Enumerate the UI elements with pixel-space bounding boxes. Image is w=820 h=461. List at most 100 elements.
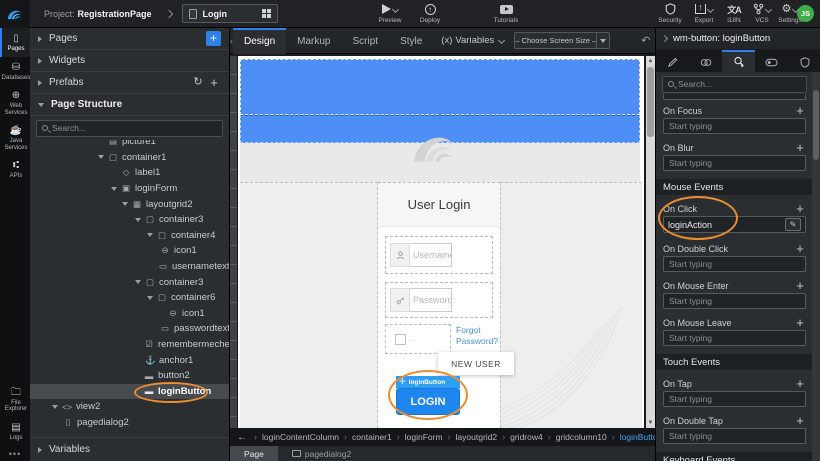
tab-styles[interactable] (689, 50, 722, 72)
edit-action-icon[interactable]: ✎ (785, 218, 801, 231)
tree-item-view2[interactable]: <>view2 (30, 399, 229, 415)
rail-item-java-services[interactable]: ☕ Java Services (0, 120, 30, 155)
on-click-input[interactable]: loginAction ✎ (663, 216, 806, 233)
structure-search-input[interactable] (52, 123, 217, 133)
section-variables[interactable]: Variables (30, 437, 229, 461)
grid-view-icon[interactable] (262, 9, 271, 18)
security-button[interactable]: Security (652, 3, 688, 24)
scrollbar-thumb[interactable] (813, 90, 819, 160)
tree-item-icon1b[interactable]: ⊖icon1 (30, 306, 229, 322)
password-row[interactable] (385, 282, 493, 318)
username-input[interactable] (410, 243, 452, 267)
add-on-mouse-enter-icon[interactable] (794, 281, 806, 291)
page-preview[interactable]: User Login ... (238, 56, 644, 428)
rail-item-databases[interactable]: ⛁ Databases (0, 57, 30, 86)
login-button[interactable]: LOGIN (396, 388, 460, 415)
tree-item-icon1[interactable]: ⊖icon1 (30, 243, 229, 259)
crumb-layoutgrid2[interactable]: layoutgrid2 (443, 432, 498, 442)
tree-item-loginform[interactable]: ▣loginForm (30, 181, 229, 197)
remember-me-checkbox[interactable] (395, 334, 406, 345)
scroll-up-icon[interactable]: ▲ (646, 56, 655, 66)
tree-item-anchor1[interactable]: ⚓anchor1 (30, 352, 229, 368)
variables-button[interactable]: (x) Variables (441, 35, 504, 46)
on-focus-input[interactable] (663, 118, 806, 134)
tab-toggle[interactable] (755, 50, 788, 72)
tab-security[interactable] (788, 50, 820, 72)
tab-events[interactable] (722, 50, 755, 72)
undo-icon[interactable]: ↶ (641, 34, 650, 47)
back-arrow-icon[interactable]: ← (237, 432, 247, 443)
rail-item-apis[interactable]: ⑆ APIs (0, 155, 30, 184)
crumb-loginform[interactable]: loginForm (392, 432, 443, 442)
screen-size-select[interactable]: – Choose Screen Size – (514, 32, 610, 49)
events-search[interactable] (662, 76, 807, 93)
add-on-blur-icon[interactable] (794, 143, 806, 153)
add-on-double-tap-icon[interactable] (794, 416, 806, 426)
on-blur-input[interactable] (663, 155, 806, 171)
tab-design[interactable]: Design (233, 28, 286, 54)
tree-item-passwordtext[interactable]: ▭passwordtext (30, 321, 229, 337)
inspector-scrollbar[interactable] (812, 72, 820, 461)
section-widgets[interactable]: Widgets (30, 50, 229, 72)
deploy-button[interactable]: ↑ Deploy (412, 3, 448, 24)
on-double-click-input[interactable] (663, 256, 806, 272)
tab-script[interactable]: Script (342, 28, 390, 54)
new-user-button[interactable]: NEW USER (438, 352, 514, 375)
tab-properties[interactable] (656, 50, 689, 72)
tree-item-container3[interactable]: ▢container3 (30, 212, 229, 228)
on-double-tap-input[interactable] (663, 428, 806, 444)
tab-style[interactable]: Style (389, 28, 433, 54)
tree-item-loginbutton[interactable]: ▬loginButton (30, 384, 229, 400)
tree-item-container4[interactable]: ▢container4 (30, 228, 229, 244)
scroll-down-icon[interactable]: ▼ (646, 418, 655, 428)
add-on-tap-icon[interactable] (794, 379, 806, 389)
scrollbar-thumb[interactable] (647, 67, 654, 137)
rail-item-logs[interactable]: ▤ Logs (0, 417, 30, 446)
refresh-icon[interactable]: ↻ (191, 77, 205, 88)
add-on-click-icon[interactable] (794, 204, 806, 214)
crumb-gridcolumn10[interactable]: gridcolumn10 (543, 432, 607, 442)
rail-item-web-services[interactable]: ⊕ Web Services (0, 85, 30, 120)
tree-item-label1[interactable]: ◇label1 (30, 165, 229, 181)
tree-item-layoutgrid2[interactable]: ▦layoutgrid2 (30, 196, 229, 212)
on-tap-input[interactable] (663, 391, 806, 407)
add-on-focus-icon[interactable] (794, 106, 806, 116)
on-mouse-leave-input[interactable] (663, 330, 806, 346)
username-row[interactable] (385, 236, 493, 274)
tab-page[interactable]: Page (230, 446, 278, 461)
tutorials-button[interactable]: Tutorials (488, 3, 524, 24)
tree-item-container3b[interactable]: ▢container3 (30, 274, 229, 290)
forgot-password-link[interactable]: Forgot Password? (456, 325, 508, 347)
add-prefab-icon[interactable]: + (207, 76, 221, 89)
crumb-gridrow4[interactable]: gridrow4 (497, 432, 543, 442)
tab-markup[interactable]: Markup (286, 28, 341, 54)
section-prefabs[interactable]: Prefabs ↻ + (30, 72, 229, 94)
section-pages[interactable]: Pages (30, 28, 229, 50)
page-selector[interactable]: Login (182, 4, 278, 23)
preview-button[interactable]: Preview (372, 3, 408, 24)
structure-search[interactable] (36, 120, 223, 137)
add-page-button[interactable] (206, 31, 221, 46)
crumb-loginbutton[interactable]: loginButton (607, 432, 655, 442)
on-mouse-enter-input[interactable] (663, 293, 806, 309)
crumb-logincontentcolumn[interactable]: loginContentColumn (249, 432, 339, 442)
rail-item-file-explorer[interactable]: 🗀 File Explorer (0, 382, 30, 417)
tab-pagedialog2[interactable]: pagedialog2 (278, 446, 365, 461)
tree-item-button2[interactable]: ▬button2 (30, 368, 229, 384)
add-on-mouse-leave-icon[interactable] (794, 318, 806, 328)
tree-item-container1[interactable]: ▢container1 (30, 150, 229, 166)
widget-tag[interactable]: ✛ loginButton (396, 376, 460, 388)
header-band-top[interactable] (240, 59, 640, 115)
events-search-input[interactable] (678, 79, 801, 89)
user-avatar[interactable]: JS (797, 5, 814, 22)
add-on-double-click-icon[interactable] (794, 244, 806, 254)
tree-item-picture1[interactable]: ▤picture1 (30, 140, 229, 150)
tree-item-container6[interactable]: ▢container6 (30, 290, 229, 306)
tree-item-usernametext[interactable]: ▭usernametext (30, 259, 229, 275)
app-logo[interactable] (0, 0, 30, 28)
section-page-structure[interactable]: Page Structure (30, 94, 229, 116)
collapse-icon[interactable] (661, 35, 668, 42)
tree-item-remembermecheck[interactable]: ☑remembermecheck (30, 337, 229, 353)
password-input[interactable] (410, 288, 452, 312)
tree-item-pagedialog2[interactable]: ▯pagedialog2 (30, 415, 229, 431)
